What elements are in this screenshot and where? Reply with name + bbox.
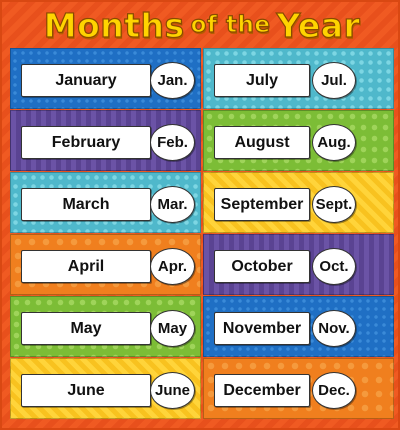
month-abbreviation: June	[150, 372, 195, 409]
month-card-march: March Mar.	[10, 172, 201, 233]
month-name: August	[214, 126, 310, 159]
month-abbreviation: Jul.	[312, 62, 356, 99]
right-column: July Jul. August Aug. September Sept. Oc…	[203, 48, 394, 419]
month-card-april: April Apr.	[10, 234, 201, 295]
month-card-february: February Feb.	[10, 110, 201, 171]
title-part-months: Months	[43, 5, 185, 45]
month-name: June	[21, 374, 151, 407]
month-card-july: July Jul.	[203, 48, 394, 109]
month-card-december: December Dec.	[203, 358, 394, 419]
poster-title: Months of the Year	[2, 4, 400, 46]
month-card-january: January Jan.	[10, 48, 201, 109]
month-name: April	[21, 250, 151, 283]
month-abbreviation: Dec.	[312, 372, 356, 409]
month-name: March	[21, 188, 151, 221]
left-column: January Jan. February Feb. March Mar. Ap…	[10, 48, 201, 419]
month-name: September	[214, 188, 310, 221]
month-name: July	[214, 64, 310, 97]
month-abbreviation: Nov.	[312, 310, 356, 347]
month-abbreviation: Sept.	[312, 186, 356, 223]
title-part-of-the: of the	[190, 11, 271, 38]
month-abbreviation: Mar.	[150, 186, 195, 223]
month-abbreviation: Aug.	[312, 124, 356, 161]
month-card-june: June June	[10, 358, 201, 419]
month-card-august: August Aug.	[203, 110, 394, 171]
month-name: November	[214, 312, 310, 345]
months-poster: Months of the Year January Jan. February…	[0, 0, 400, 430]
month-name: December	[214, 374, 310, 407]
month-name: February	[21, 126, 151, 159]
month-abbreviation: Apr.	[150, 248, 195, 285]
month-abbreviation: Oct.	[312, 248, 356, 285]
month-name: October	[214, 250, 310, 283]
month-card-november: November Nov.	[203, 296, 394, 357]
month-abbreviation: May	[150, 310, 195, 347]
month-card-may: May May	[10, 296, 201, 357]
month-card-september: September Sept.	[203, 172, 394, 233]
month-abbreviation: Feb.	[150, 124, 195, 161]
month-card-october: October Oct.	[203, 234, 394, 295]
title-part-year: Year	[276, 5, 361, 45]
month-name: January	[21, 64, 151, 97]
month-abbreviation: Jan.	[150, 62, 195, 99]
month-name: May	[21, 312, 151, 345]
